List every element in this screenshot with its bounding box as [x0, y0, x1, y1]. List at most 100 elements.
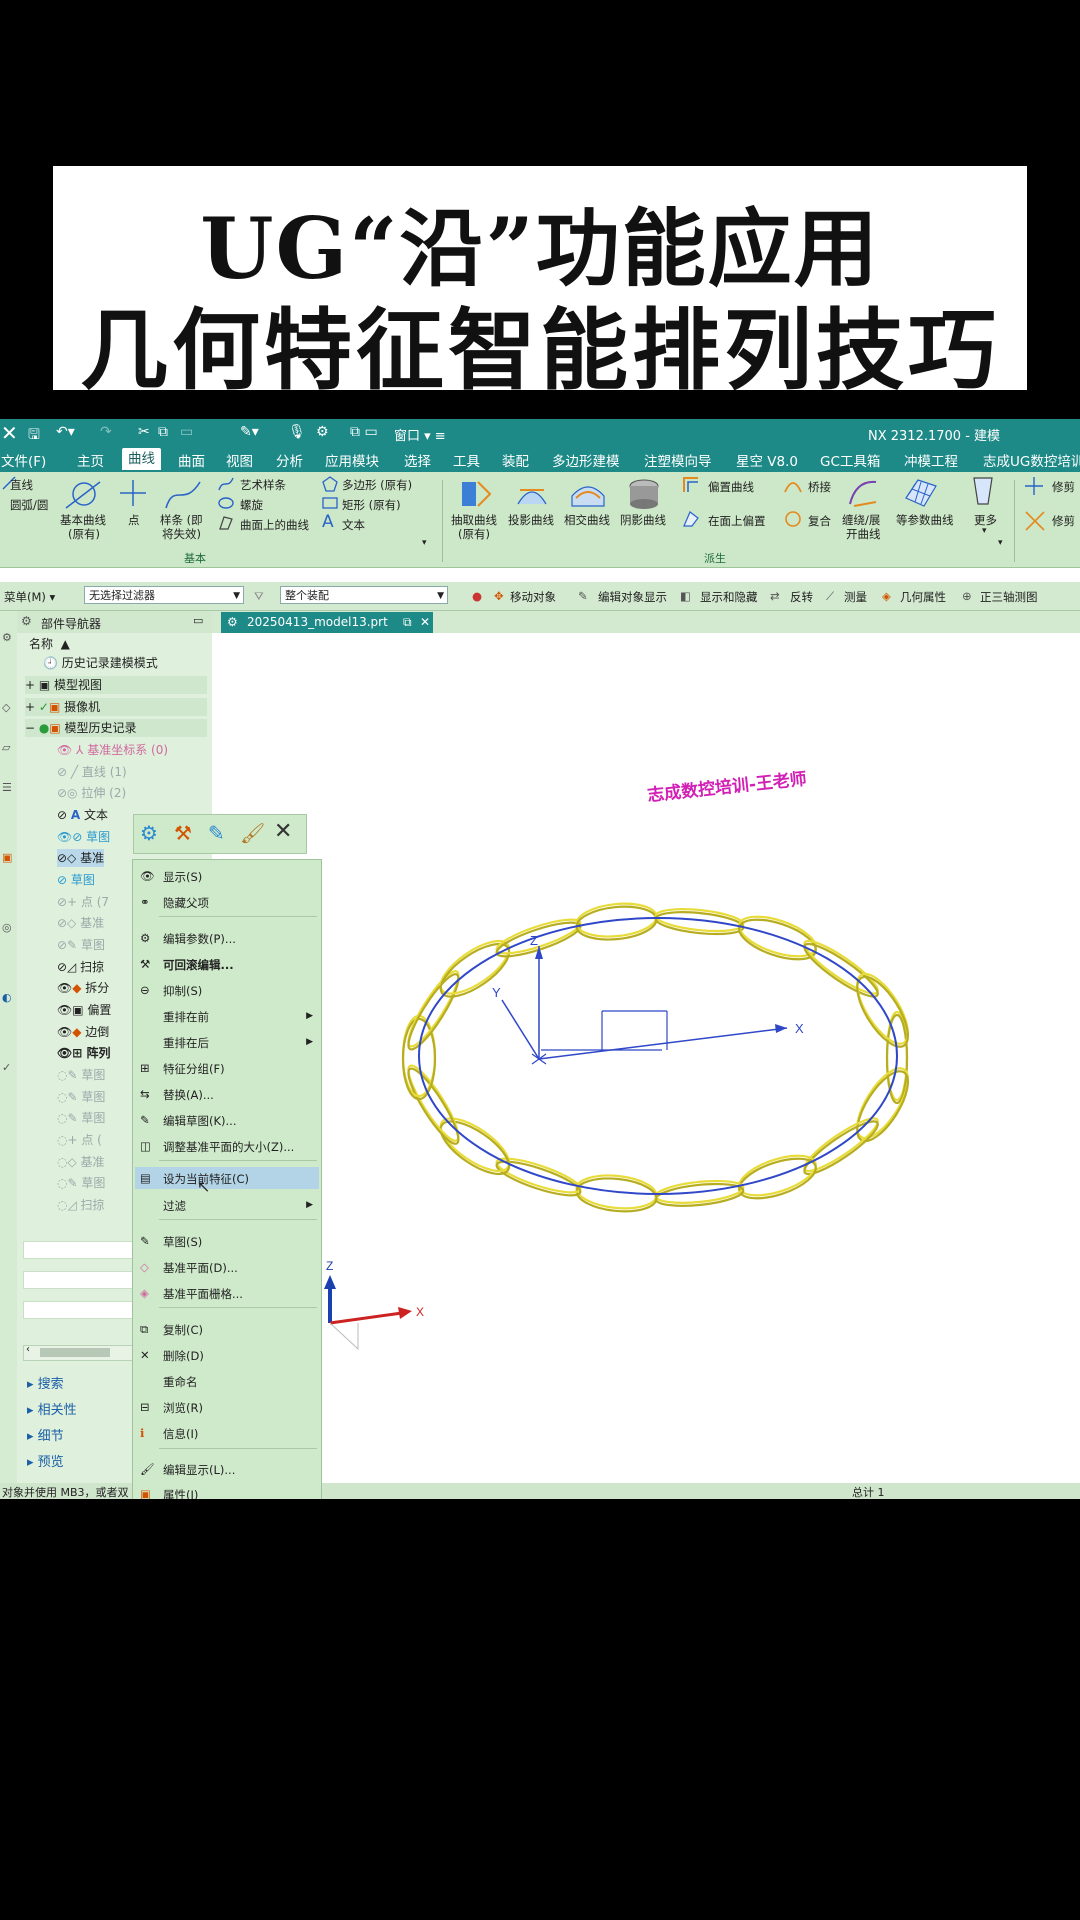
resource-icon[interactable]: ☰	[2, 781, 12, 794]
tab-analysis[interactable]: 分析	[276, 450, 303, 470]
curve-on-surface-label[interactable]: 曲面上的曲线	[240, 517, 309, 533]
graphics-window[interactable]: X Y Z 志成数控培训-王老师 Z X	[212, 633, 1080, 1483]
tab-die-engineering[interactable]: 冲模工程	[904, 450, 958, 470]
isoparametric-curve-icon[interactable]	[904, 476, 938, 508]
menu-item-replace[interactable]: 替换(A)...	[163, 1087, 214, 1103]
redo-icon[interactable]: ↷	[100, 424, 112, 440]
window-icon[interactable]: ⧉ ▭	[350, 424, 378, 440]
tab-select[interactable]: 选择	[404, 450, 431, 470]
project-curve-icon[interactable]	[514, 476, 550, 510]
tab-surface[interactable]: 曲面	[178, 450, 205, 470]
show-hide-icon[interactable]: ◧	[680, 589, 691, 603]
text-icon[interactable]: A	[322, 512, 334, 532]
trim-corner-icon[interactable]	[1024, 510, 1046, 532]
feature-pattern[interactable]: 👁⊞ 阵列	[57, 1044, 110, 1062]
trim-corner-label[interactable]: 修剪	[1052, 513, 1075, 529]
horizontal-scrollbar[interactable]: ‹	[23, 1344, 145, 1361]
touch-mode-icon[interactable]: ✎▾	[240, 424, 259, 440]
scroll-left-icon[interactable]: ‹	[26, 1344, 30, 1355]
tab-polygon-modeling[interactable]: 多边形建模	[552, 450, 620, 470]
assembly-scope-combo[interactable]: 整个装配 ▼	[280, 586, 448, 604]
edit-display-icon[interactable]: ✎	[578, 589, 588, 603]
edit-display-icon[interactable]: 🖌	[240, 821, 265, 845]
trimetric-view-icon[interactable]: ⊕	[962, 589, 972, 603]
geometry-props-button[interactable]: 几何属性	[900, 589, 946, 605]
menu-item-hide-parents[interactable]: 隐藏父项	[163, 895, 209, 911]
save-icon[interactable]: 🖫	[28, 424, 40, 448]
menu-item-suppress[interactable]: 抑制(S)	[163, 983, 202, 999]
menu-item-delete[interactable]: 删除(D)	[163, 1348, 204, 1364]
feature-sketch[interactable]: ◌✎ 草图	[57, 1174, 105, 1192]
resource-icon[interactable]: ◇	[2, 701, 10, 714]
command-finder-icon[interactable]: ⚙	[316, 424, 329, 440]
tab-xingkong[interactable]: 星空 V8.0	[736, 450, 798, 470]
feature-edge-blend[interactable]: 👁◆ 边倒	[57, 1023, 109, 1041]
tab-mold-wizard[interactable]: 注塑模向导	[644, 450, 712, 470]
delete-icon[interactable]: ✕	[274, 819, 292, 844]
resource-icon[interactable]: ✓	[2, 1061, 11, 1074]
shadow-curve-icon[interactable]	[626, 476, 662, 510]
measure-icon[interactable]: ⟋	[826, 589, 834, 604]
wrap-unwrap-icon[interactable]	[846, 476, 880, 508]
feature-sketch[interactable]: ⊘ 草图	[57, 871, 95, 889]
basic-curve-icon[interactable]	[64, 478, 102, 510]
copy-icon[interactable]: ⧉	[158, 424, 168, 440]
tab-view[interactable]: 视图	[226, 450, 253, 470]
close-tab-icon[interactable]: ✕	[420, 612, 430, 633]
group-basic-expand-icon[interactable]: ▾	[422, 538, 427, 548]
feature-sketch[interactable]: ◌✎ 草图	[57, 1066, 105, 1084]
reverse-icon[interactable]: ⇄	[770, 589, 780, 603]
document-tab[interactable]: ⚙ 20250413_model13.prt ⧉ ✕	[221, 612, 433, 633]
menu-item-show[interactable]: 显示(S)	[163, 869, 202, 885]
type-filter-combo[interactable]: 无选择过滤器 ▼	[84, 586, 244, 604]
feature-sketch[interactable]: 👁⊘ 草图	[57, 828, 110, 846]
menu-item-rename[interactable]: 重命名	[163, 1374, 198, 1390]
feature-datum-plane[interactable]: ⊘◇ 基准	[57, 914, 104, 932]
maximize-icon[interactable]: ▭	[193, 614, 203, 627]
move-object-icon[interactable]: ✥	[494, 589, 504, 603]
edit-with-rollback-icon[interactable]: ⚒	[174, 821, 192, 845]
offset-in-face-label[interactable]: 在面上偏置	[708, 513, 766, 529]
menu-item-reorder-after[interactable]: 重排在后	[163, 1035, 209, 1051]
helix-label[interactable]: 螺旋	[240, 497, 263, 513]
section-details[interactable]: ▸ 细节	[27, 1425, 64, 1444]
menu-item-edit-parameters[interactable]: 编辑参数(P)...	[163, 931, 236, 947]
resource-icon[interactable]: ▣	[2, 851, 12, 864]
show-hide-button[interactable]: 显示和隐藏	[700, 589, 758, 605]
feature-sweep[interactable]: ⊘◿ 扫掠	[57, 958, 104, 976]
tab-home[interactable]: 主页	[77, 450, 104, 470]
feature-sketch[interactable]: ⊘✎ 草图	[57, 936, 105, 954]
trim-label[interactable]: 修剪	[1052, 479, 1075, 495]
paste-icon[interactable]: ▭	[180, 424, 193, 440]
intersect-curve-label[interactable]: 相交曲线	[564, 512, 610, 528]
polygon-label[interactable]: 多边形 (原有)	[342, 477, 412, 493]
helix-icon[interactable]	[218, 496, 234, 510]
feature-sketch[interactable]: ◌✎ 草图	[57, 1109, 105, 1127]
trimetric-view-button[interactable]: 正三轴测图	[980, 589, 1038, 605]
menu-item-edit-with-rollback[interactable]: 可回滚编辑...	[163, 957, 234, 973]
measure-button[interactable]: 测量	[844, 589, 867, 605]
more-dropdown-icon[interactable]: ▾	[982, 526, 987, 536]
shadow-curve-label[interactable]: 阴影曲线	[620, 512, 666, 528]
trim-icon[interactable]	[1024, 476, 1044, 496]
chain-model-view[interactable]: X Y Z 志成数控培训-王老师 Z X	[212, 633, 1080, 1483]
group-derived-expand-icon[interactable]: ▾	[998, 538, 1003, 548]
offset-curve-label[interactable]: 偏置曲线	[708, 479, 754, 495]
resource-icon[interactable]: ◎	[2, 921, 12, 934]
geometry-props-icon[interactable]: ◈	[882, 589, 891, 603]
section-search[interactable]: ▸ 搜索	[27, 1373, 64, 1392]
project-curve-label[interactable]: 投影曲线	[508, 512, 554, 528]
studio-spline-label[interactable]: 艺术样条	[240, 477, 286, 493]
resource-icon[interactable]: ▱	[2, 741, 10, 754]
undo-icon[interactable]: ↶▾	[56, 424, 75, 440]
menu-item-datum-plane[interactable]: 基准平面(D)...	[163, 1260, 238, 1276]
rectangle-icon[interactable]	[322, 497, 338, 509]
feature-sketch[interactable]: ◌✎ 草图	[57, 1088, 105, 1106]
resource-icon[interactable]: ◐	[2, 991, 12, 1004]
section-dependencies[interactable]: ▸ 相关性	[27, 1399, 77, 1418]
feature-line[interactable]: ⊘ ╱ 直线 (1)	[57, 763, 127, 781]
menu-item-datum-plane-grid[interactable]: 基准平面栅格...	[163, 1286, 243, 1302]
feature-point[interactable]: ◌+ 点 (	[57, 1131, 102, 1149]
feature-point[interactable]: ⊘+ 点 (7	[57, 893, 109, 911]
reverse-button[interactable]: 反转	[790, 589, 813, 605]
